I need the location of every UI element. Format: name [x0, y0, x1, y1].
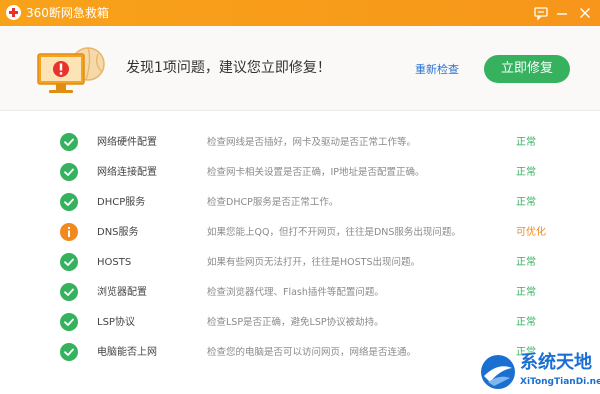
watermark: 系统天地 XiTongTianDi.net: [474, 348, 600, 394]
check-ok-icon: [60, 133, 78, 151]
check-ok-icon: [60, 163, 78, 181]
check-ok-icon: [60, 253, 78, 271]
watermark-logo-icon: [481, 355, 515, 389]
check-status: 正常: [516, 287, 536, 298]
check-row: 网络连接配置 检查网卡相关设置是否正确，IP地址是否配置正确。 正常: [0, 158, 600, 188]
check-ok-icon: [60, 283, 78, 301]
check-row: 网络硬件配置 检查网线是否插好，网卡及驱动是否正常工作等。 正常: [0, 128, 600, 158]
check-status: 正常: [516, 317, 536, 328]
check-status: 正常: [516, 257, 536, 268]
watermark-url: XiTongTianDi.net: [520, 377, 600, 387]
check-row: 浏览器配置 检查浏览器代理、Flash插件等配置问题。 正常: [0, 278, 600, 308]
check-row: DNS服务 如果您能上QQ，但打不开网页，往往是DNS服务出现问题。 可优化: [0, 218, 600, 248]
check-row: DHCP服务 检查DHCP服务是否正常工作。 正常: [0, 188, 600, 218]
close-icon: [580, 8, 590, 18]
close-button[interactable]: [576, 4, 594, 22]
check-description: 检查您的电脑是否可以访问网页，网络是否连通。: [207, 347, 417, 358]
check-row: HOSTS 如果有些网页无法打开，往往是HOSTS出现问题。 正常: [0, 248, 600, 278]
check-description: 检查网卡相关设置是否正确，IP地址是否配置正确。: [207, 167, 425, 178]
check-name: 浏览器配置: [97, 287, 147, 298]
check-name: LSP协议: [97, 317, 135, 328]
headline: 发现1项问题，建议您立即修复！: [126, 60, 331, 76]
check-ok-icon: [60, 313, 78, 331]
app-title: 360断网急救箱: [26, 6, 109, 20]
check-description: 如果您能上QQ，但打不开网页，往往是DNS服务出现问题。: [207, 227, 461, 238]
watermark-title: 系统天地: [520, 352, 592, 373]
check-description: 检查浏览器代理、Flash插件等配置问题。: [207, 287, 384, 298]
monitor-warning-icon: [36, 42, 108, 102]
check-status: 正常: [516, 167, 536, 178]
recheck-link[interactable]: 重新检查: [415, 63, 459, 77]
app-logo-icon: [6, 5, 21, 20]
feedback-button[interactable]: [532, 4, 550, 22]
check-ok-icon: [60, 193, 78, 211]
check-row: LSP协议 检查LSP是否正确，避免LSP协议被劫持。 正常: [0, 308, 600, 338]
check-status: 可优化: [516, 227, 546, 238]
check-description: 检查LSP是否正确，避免LSP协议被劫持。: [207, 317, 384, 328]
check-description: 如果有些网页无法打开，往往是HOSTS出现问题。: [207, 257, 420, 268]
check-name: DHCP服务: [97, 197, 146, 208]
check-description: 检查DHCP服务是否正常工作。: [207, 197, 339, 208]
warning-info-icon: [60, 223, 78, 241]
repair-now-button[interactable]: 立即修复: [484, 55, 570, 83]
feedback-icon: [534, 7, 548, 21]
minimize-button[interactable]: [553, 4, 571, 22]
minimize-icon: [557, 13, 567, 15]
check-name: 网络硬件配置: [97, 137, 157, 148]
check-name: 网络连接配置: [97, 167, 157, 178]
check-description: 检查网线是否插好，网卡及驱动是否正常工作等。: [207, 137, 417, 148]
check-name: DNS服务: [97, 227, 139, 238]
check-status: 正常: [516, 137, 536, 148]
check-name: HOSTS: [97, 257, 132, 268]
check-status: 正常: [516, 197, 536, 208]
result-header: 发现1项问题，建议您立即修复！ 重新检查 立即修复: [0, 26, 600, 111]
check-name: 电脑能否上网: [97, 347, 157, 358]
check-ok-icon: [60, 343, 78, 361]
title-bar: 360断网急救箱: [0, 0, 600, 26]
